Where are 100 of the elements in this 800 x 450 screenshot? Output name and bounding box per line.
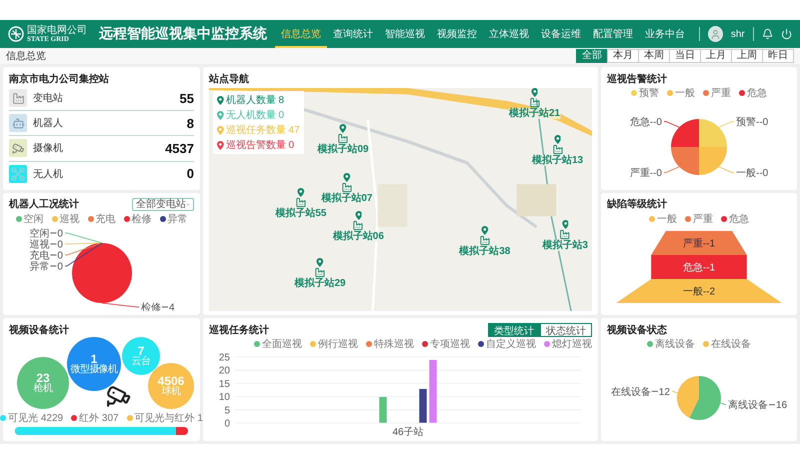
station-label: 模拟子站06 [332, 230, 384, 242]
legend-label: 全面巡视 [262, 338, 302, 352]
station-label: 模拟子站09 [317, 144, 369, 155]
legend-label: 巡视 [60, 212, 80, 226]
toggle-button[interactable]: 类型统计 [488, 322, 540, 337]
legend-label: 一般 [675, 87, 695, 100]
stat-label: 机器人 [33, 116, 63, 130]
axis-tick-label: 20 [218, 366, 230, 378]
stat-value: 55 [180, 90, 194, 106]
card-title: 视频设备状态 [607, 324, 667, 337]
funnel-label: 一般--2 [682, 286, 716, 298]
station-label: 模拟子站13 [532, 154, 584, 166]
label-dash [651, 391, 658, 392]
legend-label: 离线设备 [655, 338, 695, 352]
funnel-label: 危急--1 [682, 262, 716, 274]
data-label: 严重--0 [630, 168, 662, 179]
legend-label: 空闲 [24, 212, 44, 226]
pin-icon[interactable] [554, 134, 561, 144]
bell-icon[interactable] [762, 28, 773, 40]
value-label: 0 [56, 250, 62, 262]
station-label: 模拟子站3 [542, 240, 588, 251]
logo-icon [8, 26, 24, 42]
time-filter-tab[interactable]: 上月 [700, 49, 732, 63]
value-label: 4 [168, 302, 174, 312]
station-icon[interactable] [552, 144, 564, 155]
category-label: 空闲 [28, 228, 49, 240]
data-label: 预警--0 [736, 117, 768, 128]
axis-tick-label: 25 [218, 352, 230, 364]
pin-icon[interactable] [316, 258, 324, 267]
card-title: 机器人工况统计 [9, 198, 79, 212]
bubble-label: 云台 [132, 357, 150, 368]
nav-tab[interactable]: 查询统计 [327, 20, 379, 48]
pin-icon[interactable] [344, 172, 350, 182]
leader-line [718, 166, 734, 173]
station-icon[interactable] [338, 132, 349, 144]
time-filter-tab[interactable]: 昨日 [762, 49, 794, 63]
legend-label: 异常 [168, 212, 188, 226]
time-filter-tab[interactable]: 全部 [576, 49, 608, 63]
value-label: 0 [56, 261, 62, 272]
legend-label: 可见光与红外 1 [134, 412, 203, 426]
pin-icon[interactable] [531, 88, 538, 97]
category-label: 异常 [28, 261, 49, 272]
station-icon[interactable] [352, 220, 364, 231]
category-label: 巡视 [28, 239, 49, 250]
pin-icon[interactable] [481, 226, 488, 236]
bubble-label: 枪机 [34, 384, 52, 395]
stat-value: 0 [186, 166, 194, 182]
data-label: 危急--0 [630, 117, 662, 128]
pin-icon[interactable] [298, 188, 304, 198]
station-icon[interactable] [341, 182, 352, 193]
legend-label: 预警 [639, 87, 659, 100]
nav-tab[interactable]: 视频监控 [431, 20, 483, 48]
bubble-label: 球机 [162, 387, 180, 398]
legend-label: 巡视告警数量 0 [226, 138, 294, 152]
value-label: 16 [776, 400, 788, 412]
nav-tab[interactable]: 业务中台 [639, 20, 691, 48]
data-label: 一般--0 [736, 168, 768, 179]
pin-icon[interactable] [340, 124, 346, 133]
avatar-icon[interactable] [708, 26, 723, 42]
pin-icon[interactable] [562, 220, 569, 229]
station-label: 模拟子站29 [294, 278, 346, 289]
leader-line [664, 121, 680, 128]
category-label: 充电 [28, 250, 49, 262]
station-icon[interactable] [529, 97, 540, 108]
legend-label: 专项巡视 [430, 338, 470, 352]
legend-label: 危急 [729, 212, 749, 226]
legend-label: 特殊巡视 [374, 338, 414, 352]
station-dropdown[interactable]: 全部变电站 [132, 198, 194, 211]
time-filter-tab[interactable]: 当日 [669, 49, 701, 63]
power-icon[interactable] [780, 28, 792, 40]
category-label: 在线设备 [610, 387, 651, 398]
legend-label: 自定义巡视 [486, 338, 536, 352]
axis-tick-label: 5 [224, 406, 230, 417]
station-icon[interactable] [560, 228, 571, 240]
pie-slice [72, 242, 132, 303]
legend-label: 巡视任务数量 47 [226, 124, 300, 137]
value-label: 0 [56, 228, 62, 240]
legend-label: 红外 307 [79, 412, 119, 426]
nav-tab[interactable]: 智能巡视 [379, 20, 431, 48]
legend-label: 危急 [747, 87, 767, 100]
time-filter-tab[interactable]: 上周 [731, 49, 763, 63]
station-label: 模拟子站21 [508, 108, 560, 119]
stat-label: 摄像机 [33, 142, 63, 156]
time-filter-tab[interactable]: 本周 [638, 49, 670, 63]
label-dash [49, 243, 56, 244]
nav-tab[interactable]: 设备运维 [535, 20, 587, 48]
nav-tab[interactable]: 配置管理 [587, 20, 639, 48]
card-title: 南京市电力公司集控站 [9, 72, 109, 86]
card-title: 缺陷等级统计 [607, 198, 667, 212]
station-icon[interactable] [479, 235, 490, 246]
legend-label: 在线设备 [711, 338, 751, 352]
toggle-button[interactable]: 状态统计 [540, 322, 592, 337]
station-icon[interactable] [295, 197, 306, 208]
station-icon[interactable] [314, 266, 326, 278]
legend-label: 一般 [657, 212, 677, 226]
time-filter-tab[interactable]: 本月 [607, 49, 639, 63]
axis-tick-label: 10 [218, 392, 230, 404]
pin-icon[interactable] [354, 210, 362, 220]
nav-tab[interactable]: 立体巡视 [483, 20, 535, 48]
card-title: 巡视告警统计 [607, 72, 667, 86]
